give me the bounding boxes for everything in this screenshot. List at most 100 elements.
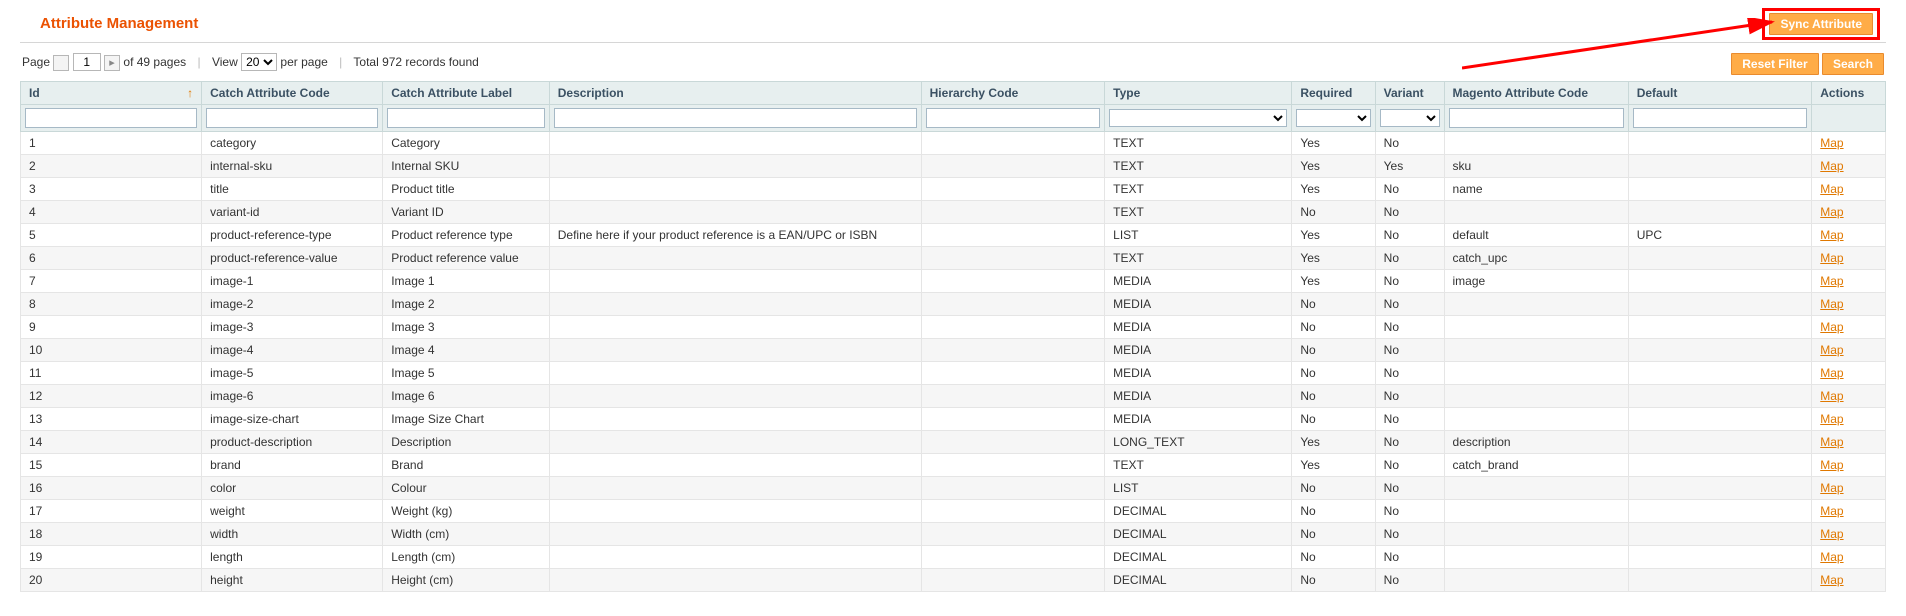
reset-filter-button[interactable]: Reset Filter [1731,53,1818,75]
col-header-variant[interactable]: Variant [1375,82,1444,105]
next-page-button[interactable]: ▸ [104,55,120,71]
map-link[interactable]: Map [1820,481,1843,495]
header-row: Id ↑ Catch Attribute Code Catch Attribut… [21,82,1886,105]
cell-catch-code: image-1 [202,270,383,293]
cell-hierarchy [921,454,1105,477]
cell-catch-label: Height (cm) [383,569,550,592]
table-row[interactable]: 11image-5Image 5MEDIANoNoMap [21,362,1886,385]
table-row[interactable]: 17weightWeight (kg)DECIMALNoNoMap [21,500,1886,523]
prev-page-button[interactable] [53,55,69,71]
cell-magento-code: image [1444,270,1628,293]
cell-id: 12 [21,385,202,408]
map-link[interactable]: Map [1820,159,1843,173]
table-row[interactable]: 7image-1Image 1MEDIAYesNoimageMap [21,270,1886,293]
col-header-catch-label[interactable]: Catch Attribute Label [383,82,550,105]
filter-variant-select[interactable] [1380,109,1440,127]
table-row[interactable]: 5product-reference-typeProduct reference… [21,224,1886,247]
col-header-default[interactable]: Default [1628,82,1812,105]
per-page-select[interactable]: 20 [241,53,277,71]
table-row[interactable]: 2internal-skuInternal SKUTEXTYesYesskuMa… [21,155,1886,178]
cell-type: TEXT [1105,201,1292,224]
col-header-id[interactable]: Id ↑ [21,82,202,105]
cell-catch-code: image-size-chart [202,408,383,431]
col-header-actions: Actions [1812,82,1886,105]
map-link[interactable]: Map [1820,527,1843,541]
map-link[interactable]: Map [1820,550,1843,564]
filter-catch-label-input[interactable] [387,108,545,128]
cell-catch-code: internal-sku [202,155,383,178]
cell-description [549,477,921,500]
col-header-required[interactable]: Required [1292,82,1375,105]
cell-type: DECIMAL [1105,523,1292,546]
table-row[interactable]: 1categoryCategoryTEXTYesNoMap [21,132,1886,155]
cell-type: LONG_TEXT [1105,431,1292,454]
cell-variant: No [1375,408,1444,431]
map-link[interactable]: Map [1820,136,1843,150]
cell-magento-code: default [1444,224,1628,247]
attribute-grid: Id ↑ Catch Attribute Code Catch Attribut… [20,81,1886,592]
col-header-magento-code[interactable]: Magento Attribute Code [1444,82,1628,105]
table-row[interactable]: 6product-reference-valueProduct referenc… [21,247,1886,270]
table-row[interactable]: 18widthWidth (cm)DECIMALNoNoMap [21,523,1886,546]
cell-catch-code: product-description [202,431,383,454]
table-row[interactable]: 4variant-idVariant IDTEXTNoNoMap [21,201,1886,224]
map-link[interactable]: Map [1820,228,1843,242]
map-link[interactable]: Map [1820,320,1843,334]
filter-magento-code-input[interactable] [1449,108,1624,128]
cell-type: TEXT [1105,247,1292,270]
table-row[interactable]: 12image-6Image 6MEDIANoNoMap [21,385,1886,408]
cell-id: 17 [21,500,202,523]
cell-required: No [1292,385,1375,408]
table-row[interactable]: 3titleProduct titleTEXTYesNonameMap [21,178,1886,201]
filter-hierarchy-input[interactable] [926,108,1101,128]
map-link[interactable]: Map [1820,504,1843,518]
cell-id: 18 [21,523,202,546]
map-link[interactable]: Map [1820,435,1843,449]
sync-attribute-button[interactable]: Sync Attribute [1769,13,1873,35]
cell-variant: No [1375,385,1444,408]
cell-catch-label: Image 2 [383,293,550,316]
filter-required-select[interactable] [1296,109,1370,127]
col-header-hierarchy[interactable]: Hierarchy Code [921,82,1105,105]
cell-required: Yes [1292,431,1375,454]
map-link[interactable]: Map [1820,182,1843,196]
table-row[interactable]: 20heightHeight (cm)DECIMALNoNoMap [21,569,1886,592]
table-row[interactable]: 13image-size-chartImage Size ChartMEDIAN… [21,408,1886,431]
filter-default-input[interactable] [1633,108,1808,128]
cell-type: TEXT [1105,178,1292,201]
map-link[interactable]: Map [1820,274,1843,288]
cell-magento-code [1444,546,1628,569]
cell-magento-code [1444,201,1628,224]
table-row[interactable]: 16colorColourLISTNoNoMap [21,477,1886,500]
map-link[interactable]: Map [1820,366,1843,380]
cell-description [549,569,921,592]
page-number-input[interactable] [73,53,101,71]
col-header-id-label: Id [29,86,40,100]
filter-catch-code-input[interactable] [206,108,378,128]
cell-default [1628,431,1812,454]
table-row[interactable]: 14product-descriptionDescriptionLONG_TEX… [21,431,1886,454]
table-row[interactable]: 15brandBrandTEXTYesNocatch_brandMap [21,454,1886,477]
map-link[interactable]: Map [1820,251,1843,265]
map-link[interactable]: Map [1820,458,1843,472]
col-header-description[interactable]: Description [549,82,921,105]
cell-default [1628,362,1812,385]
map-link[interactable]: Map [1820,343,1843,357]
map-link[interactable]: Map [1820,205,1843,219]
map-link[interactable]: Map [1820,389,1843,403]
map-link[interactable]: Map [1820,412,1843,426]
cell-magento-code: description [1444,431,1628,454]
table-row[interactable]: 10image-4Image 4MEDIANoNoMap [21,339,1886,362]
col-header-type[interactable]: Type [1105,82,1292,105]
filter-type-select[interactable] [1109,109,1287,127]
filter-description-input[interactable] [554,108,917,128]
table-row[interactable]: 19lengthLength (cm)DECIMALNoNoMap [21,546,1886,569]
table-row[interactable]: 8image-2Image 2MEDIANoNoMap [21,293,1886,316]
cell-variant: No [1375,270,1444,293]
filter-id-input[interactable] [25,108,197,128]
search-button[interactable]: Search [1822,53,1884,75]
map-link[interactable]: Map [1820,297,1843,311]
map-link[interactable]: Map [1820,573,1843,587]
table-row[interactable]: 9image-3Image 3MEDIANoNoMap [21,316,1886,339]
col-header-catch-code[interactable]: Catch Attribute Code [202,82,383,105]
